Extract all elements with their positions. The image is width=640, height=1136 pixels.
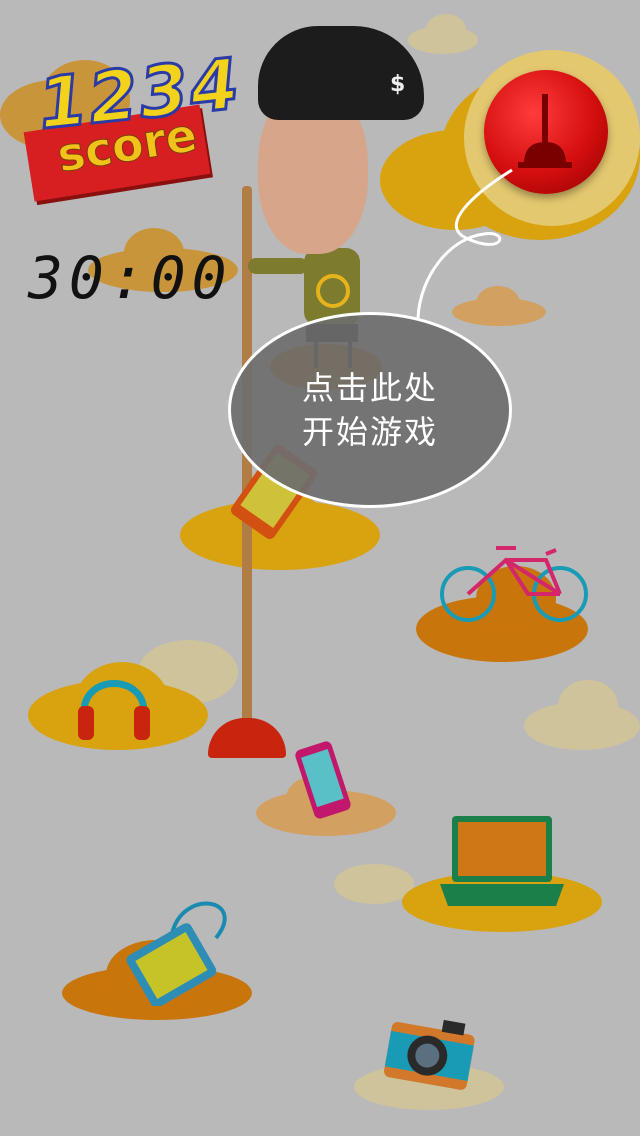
bubble-tail <box>416 168 513 319</box>
cloud-top-small <box>408 14 488 54</box>
laptop-icon <box>440 816 564 906</box>
timer-display: 30:00 <box>28 244 233 312</box>
character-emblem <box>316 274 350 308</box>
character-arm <box>248 258 308 274</box>
cloud-right-pale <box>524 680 640 750</box>
prompt-line-1: 点击此处 <box>301 369 438 407</box>
prompt-line-2: 开始游戏 <box>301 413 438 451</box>
headphones-icon <box>78 680 150 740</box>
camera-icon <box>384 1019 475 1090</box>
bicycle-icon <box>440 546 588 622</box>
dollar-icon: $ <box>390 72 406 97</box>
handbag-icon <box>126 901 227 1006</box>
start-game-prompt[interactable]: 点击此处 开始游戏 <box>228 312 512 508</box>
phone-icon <box>295 741 351 819</box>
